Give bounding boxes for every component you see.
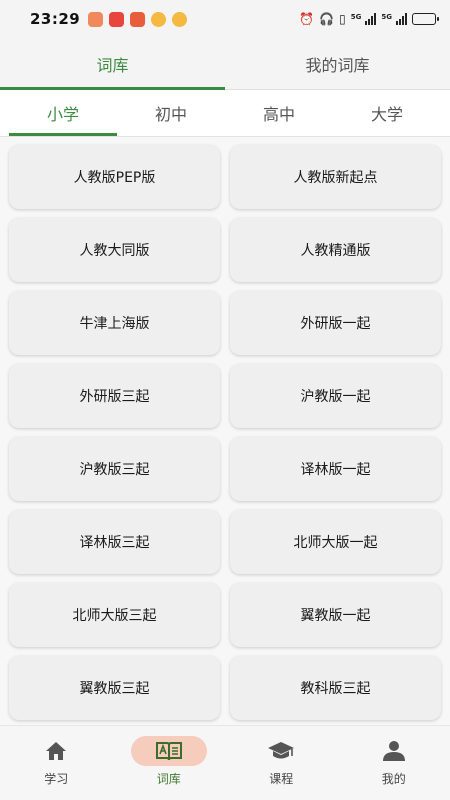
headphones-icon: 🎧 [319, 12, 335, 26]
nav-label: 词库 [156, 772, 181, 786]
network-type: 5G [381, 13, 392, 21]
textbook-card[interactable]: 外研版一起 [230, 291, 441, 355]
textbook-grid: 人教版PEP版 人教版新起点 人教大同版 人教精通版 牛津上海版 外研版一起 外… [0, 137, 450, 725]
bottom-nav: 学习 词库 课程 我的 [0, 725, 450, 800]
textbook-card[interactable]: 译林版三起 [9, 510, 220, 574]
nav-study[interactable]: 学习 [0, 726, 113, 800]
signal-icon [365, 13, 377, 25]
graduation-cap-icon [268, 742, 295, 759]
nav-label: 我的 [381, 772, 406, 786]
nav-courses[interactable]: 课程 [225, 726, 338, 800]
home-icon [46, 742, 67, 760]
textbook-card[interactable]: 翼教版一起 [230, 583, 441, 647]
textbook-card[interactable]: 人教精通版 [230, 218, 441, 282]
tab-primary-school[interactable]: 小学 [9, 90, 117, 136]
textbook-card[interactable]: 外研版三起 [9, 364, 220, 428]
tab-my-word-library[interactable]: 我的词库 [225, 38, 450, 89]
app-notification-icon [109, 11, 125, 27]
textbook-card[interactable]: 北师大版三起 [9, 583, 220, 647]
battery-icon [412, 13, 439, 25]
textbook-card[interactable]: 人教版PEP版 [9, 145, 220, 209]
textbook-card[interactable]: 翼教版三起 [9, 656, 220, 720]
word-book-icon [155, 742, 182, 761]
app-notification-icon [130, 11, 146, 27]
textbook-card[interactable]: 译林版一起 [230, 437, 441, 501]
weibo-icon [172, 11, 188, 27]
alarm-icon: ⏰ [299, 12, 315, 26]
textbook-card[interactable]: 人教大同版 [9, 218, 220, 282]
person-icon [382, 741, 405, 761]
app-notification-icon [88, 11, 104, 27]
textbook-card[interactable]: 沪教版一起 [230, 364, 441, 428]
tab-junior-high[interactable]: 初中 [117, 90, 225, 136]
status-time: 23:29 [30, 10, 81, 28]
textbook-card[interactable]: 牛津上海版 [9, 291, 220, 355]
weibo-icon [151, 11, 167, 27]
textbook-card[interactable]: 人教版新起点 [230, 145, 441, 209]
tab-word-library[interactable]: 词库 [0, 38, 225, 90]
main-tabs: 词库 我的词库 [0, 38, 450, 90]
textbook-card[interactable]: 沪教版三起 [9, 437, 220, 501]
textbook-card[interactable]: 北师大版一起 [230, 510, 441, 574]
network-type: 5G [350, 13, 362, 21]
level-tabs: 小学 初中 高中 大学 [0, 90, 450, 137]
signal-icon [396, 13, 407, 25]
tab-university[interactable]: 大学 [333, 90, 441, 136]
textbook-card[interactable]: 教科版三起 [230, 656, 441, 720]
status-bar: 23:29 ⏰ 🎧 ▯ 5G 5G [0, 0, 450, 38]
nav-word-library[interactable]: 词库 [113, 726, 226, 800]
nav-label: 学习 [44, 772, 69, 786]
vibrate-icon: ▯ [339, 12, 346, 26]
tab-senior-high[interactable]: 高中 [225, 90, 333, 136]
nav-label: 课程 [269, 772, 294, 786]
nav-profile[interactable]: 我的 [338, 726, 450, 800]
